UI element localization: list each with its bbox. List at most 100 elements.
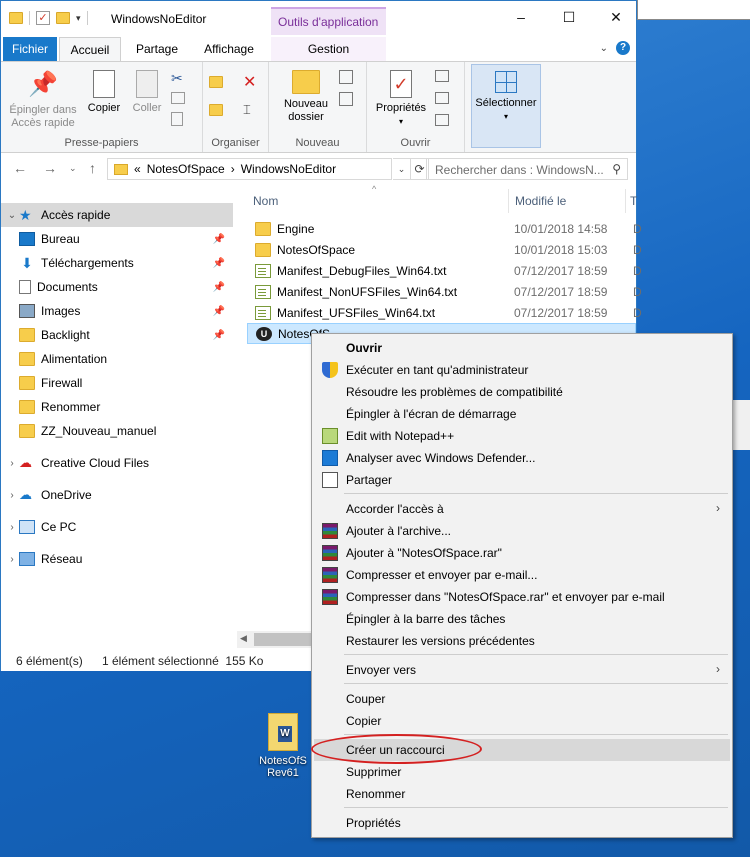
new-folder-icon[interactable] bbox=[56, 12, 70, 24]
copy-button[interactable]: Copier bbox=[85, 70, 123, 115]
pin-icon[interactable]: 📌 bbox=[213, 258, 225, 269]
copy-to-icon[interactable] bbox=[209, 104, 223, 116]
paste-button[interactable]: Coller bbox=[129, 70, 165, 115]
forward-arrow-icon[interactable]: → bbox=[43, 160, 57, 176]
nav-item-images[interactable]: Images 📌 bbox=[1, 299, 233, 323]
nav-item-zz-nouveau-manuel[interactable]: ZZ_Nouveau_manuel bbox=[1, 419, 233, 443]
menu-item-delete[interactable]: Supprimer bbox=[314, 761, 730, 783]
menu-item-properties[interactable]: Propriétés bbox=[314, 812, 730, 834]
pin-quick-access-button[interactable]: 📌 Épingler dans Accès rapide bbox=[7, 70, 79, 130]
menu-item-give-access[interactable]: Accorder l'accès à › bbox=[314, 498, 730, 520]
tab-affichage[interactable]: Affichage bbox=[195, 37, 263, 61]
menu-item-rename[interactable]: Renommer bbox=[314, 783, 730, 805]
tab-fichier[interactable]: Fichier bbox=[3, 37, 57, 61]
file-row[interactable]: Manifest_DebugFiles_Win64.txt 07/12/2017… bbox=[247, 260, 642, 281]
pin-icon[interactable]: 📌 bbox=[213, 234, 225, 245]
collapse-chevron-icon[interactable]: ⌄ bbox=[5, 210, 19, 221]
breadcrumb-notesofspace[interactable]: NotesOfSpace bbox=[147, 162, 225, 176]
history-icon[interactable] bbox=[435, 114, 449, 126]
collapse-ribbon-icon[interactable]: ⌄ bbox=[600, 43, 608, 54]
pin-icon[interactable]: 📌 bbox=[213, 306, 225, 317]
up-arrow-icon[interactable]: ↑ bbox=[89, 160, 96, 176]
column-header-nom[interactable]: Nom bbox=[247, 189, 505, 213]
easy-access-icon[interactable] bbox=[339, 92, 353, 106]
expand-chevron-icon[interactable]: › bbox=[5, 522, 19, 533]
nav-creative-cloud[interactable]: › ☁ Creative Cloud Files bbox=[1, 451, 233, 475]
nav-ce-pc[interactable]: › Ce PC bbox=[1, 515, 233, 539]
menu-item-copy[interactable]: Copier bbox=[314, 710, 730, 732]
menu-item-send-to[interactable]: Envoyer vers › bbox=[314, 659, 730, 681]
menu-item-pin-taskbar[interactable]: Épingler à la barre des tâches bbox=[314, 608, 730, 630]
menu-item-pin-start[interactable]: Épingler à l'écran de démarrage bbox=[314, 403, 730, 425]
menu-item-compress-rar-email[interactable]: Compresser dans "NotesOfSpace.rar" et en… bbox=[314, 586, 730, 608]
back-arrow-icon[interactable]: ← bbox=[13, 160, 27, 176]
file-row[interactable]: Manifest_NonUFSFiles_Win64.txt 07/12/201… bbox=[247, 281, 642, 302]
group-presse-papiers: 📌 Épingler dans Accès rapide Copier Coll… bbox=[1, 62, 203, 152]
menu-item-notepad[interactable]: Edit with Notepad++ bbox=[314, 425, 730, 447]
new-item-icon[interactable] bbox=[339, 70, 353, 84]
expand-chevron-icon[interactable]: › bbox=[5, 554, 19, 565]
select-button[interactable]: Sélectionner ▾ bbox=[472, 71, 540, 123]
minimize-icon[interactable]: – bbox=[511, 9, 531, 29]
menu-item-run-as-admin[interactable]: Exécuter en tant qu'administrateur bbox=[314, 359, 730, 381]
menu-item-share[interactable]: Partager bbox=[314, 469, 730, 491]
nav-onedrive[interactable]: › ☁ OneDrive bbox=[1, 483, 233, 507]
item-count: 6 élément(s) bbox=[16, 654, 83, 668]
edit-icon[interactable] bbox=[435, 92, 449, 104]
file-row[interactable]: NotesOfSpace 10/01/2018 15:03 D bbox=[247, 239, 642, 260]
file-row[interactable]: Manifest_UFSFiles_Win64.txt 07/12/2017 1… bbox=[247, 302, 642, 323]
paste-shortcut-icon[interactable] bbox=[171, 112, 183, 126]
menu-item-add-archive[interactable]: Ajouter à l'archive... bbox=[314, 520, 730, 542]
customize-dropdown-icon[interactable]: ▾ bbox=[76, 13, 81, 24]
nav-quick-access[interactable]: ⌄ ★ Accès rapide bbox=[1, 203, 233, 227]
recent-dropdown-icon[interactable]: ⌄ bbox=[69, 163, 77, 174]
nav-item-backlight[interactable]: Backlight 📌 bbox=[1, 323, 233, 347]
new-folder-button[interactable]: Nouveau dossier bbox=[277, 70, 335, 124]
breadcrumb-windowsnoeditor[interactable]: WindowsNoEditor bbox=[241, 162, 336, 176]
column-header-modifie[interactable]: Modifié le bbox=[508, 189, 624, 213]
open-icon[interactable] bbox=[435, 70, 449, 82]
column-header-type[interactable]: T bbox=[625, 189, 637, 213]
properties-button[interactable]: ✓ Propriétés ▾ bbox=[373, 70, 429, 128]
nav-item-telechargements[interactable]: ⬇ Téléchargements 📌 bbox=[1, 251, 233, 275]
menu-item-restore-versions[interactable]: Restaurer les versions précédentes bbox=[314, 630, 730, 652]
pin-icon[interactable]: 📌 bbox=[213, 282, 225, 293]
tab-accueil[interactable]: Accueil bbox=[59, 37, 121, 61]
menu-item-ouvrir[interactable]: Ouvrir bbox=[314, 337, 730, 359]
properties-icon: ✓ bbox=[390, 70, 412, 98]
scroll-left-icon[interactable]: ◀ bbox=[240, 633, 247, 644]
pin-icon[interactable]: 📌 bbox=[213, 330, 225, 341]
file-row[interactable]: Engine 10/01/2018 14:58 D bbox=[247, 218, 642, 239]
expand-chevron-icon[interactable]: › bbox=[5, 458, 19, 469]
expand-chevron-icon[interactable]: › bbox=[5, 490, 19, 501]
menu-item-defender[interactable]: Analyser avec Windows Defender... bbox=[314, 447, 730, 469]
tab-gestion[interactable]: Gestion bbox=[271, 37, 386, 61]
nav-item-renommer[interactable]: Renommer bbox=[1, 395, 233, 419]
help-icon[interactable]: ? bbox=[616, 41, 630, 55]
move-to-icon[interactable] bbox=[209, 76, 223, 88]
breadcrumb-overflow[interactable]: « bbox=[134, 162, 141, 176]
nav-item-firewall[interactable]: Firewall bbox=[1, 371, 233, 395]
nav-reseau[interactable]: › Réseau bbox=[1, 547, 233, 571]
delete-icon[interactable]: ✕ bbox=[243, 72, 259, 91]
menu-item-add-rar[interactable]: Ajouter à "NotesOfSpace.rar" bbox=[314, 542, 730, 564]
maximize-icon[interactable]: ☐ bbox=[559, 9, 579, 29]
nav-item-documents[interactable]: Documents 📌 bbox=[1, 275, 233, 299]
rename-icon[interactable]: ⌶ bbox=[243, 102, 259, 118]
properties-check-icon[interactable]: ✓ bbox=[36, 11, 50, 25]
address-dropdown-icon[interactable]: ⌄ bbox=[393, 158, 411, 180]
menu-item-cut[interactable]: Couper bbox=[314, 688, 730, 710]
copy-path-icon[interactable] bbox=[171, 92, 185, 104]
ribbon-tabs: Fichier Accueil Partage Affichage Gestio… bbox=[1, 37, 636, 61]
window-title: WindowsNoEditor bbox=[111, 12, 207, 26]
search-input[interactable]: Rechercher dans : WindowsN... ⚲ bbox=[426, 158, 628, 180]
nav-item-bureau[interactable]: Bureau 📌 bbox=[1, 227, 233, 251]
menu-item-compress-email[interactable]: Compresser et envoyer par e-mail... bbox=[314, 564, 730, 586]
menu-item-troubleshoot[interactable]: Résoudre les problèmes de compatibilité bbox=[314, 381, 730, 403]
cut-icon[interactable]: ✂ bbox=[171, 70, 187, 86]
tab-partage[interactable]: Partage bbox=[129, 37, 185, 61]
desktop-file-icon[interactable]: NotesOfS Rev61 bbox=[248, 713, 318, 779]
nav-item-alimentation[interactable]: Alimentation bbox=[1, 347, 233, 371]
close-icon[interactable]: ✕ bbox=[606, 9, 626, 29]
address-bar[interactable]: « NotesOfSpace › WindowsNoEditor bbox=[107, 158, 392, 180]
